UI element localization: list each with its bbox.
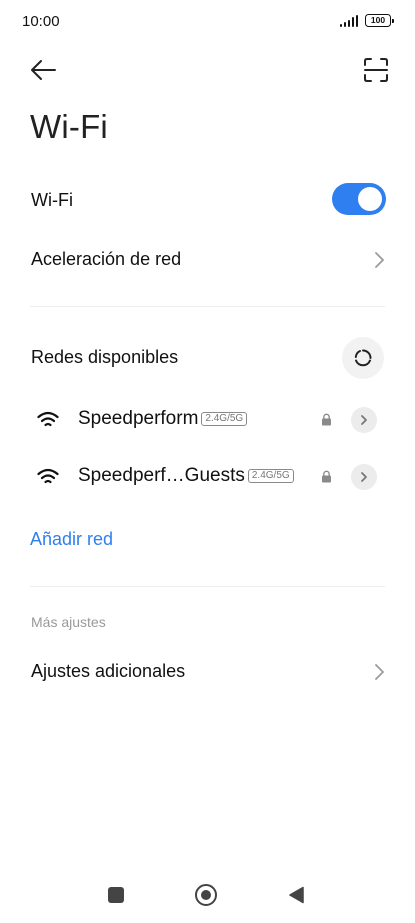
network-name: Speedperform 2.4G/5G xyxy=(78,408,248,430)
band-badge: 2.4G/5G xyxy=(247,469,294,483)
lock-icon xyxy=(322,413,331,426)
divider xyxy=(30,306,385,307)
toggle-knob xyxy=(358,187,382,211)
chevron-right-icon xyxy=(361,415,367,425)
wifi-settings-screen: 10:00 100 Wi-Fi Wi-Fi Aceleración de red… xyxy=(0,0,415,923)
network-details-button[interactable] xyxy=(351,464,377,490)
system-nav-bar xyxy=(0,870,415,920)
recent-apps-icon[interactable] xyxy=(108,887,124,903)
page-title: Wi-Fi xyxy=(30,108,108,145)
band-badge: 2.4G/5G xyxy=(201,412,248,426)
refresh-icon xyxy=(354,349,372,367)
lock-icon xyxy=(322,470,331,483)
available-networks-title: Redes disponibles xyxy=(31,347,179,367)
network-ssid: Speedperform xyxy=(78,408,199,429)
network-item[interactable]: Speedperform 2.4G/5G xyxy=(0,397,415,447)
qr-scan-icon xyxy=(364,58,388,82)
network-acceleration-label: Aceleración de red xyxy=(31,249,182,269)
signal-icon xyxy=(339,14,358,27)
wifi-toggle-label: Wi-Fi xyxy=(31,190,73,210)
additional-settings-row[interactable]: Ajustes adicionales xyxy=(0,652,415,692)
add-network-link[interactable]: Añadir red xyxy=(30,529,113,550)
arrow-left-icon xyxy=(31,60,56,80)
refresh-button[interactable] xyxy=(342,337,384,379)
network-details-button[interactable] xyxy=(351,407,377,433)
battery-icon: 100 xyxy=(365,14,394,27)
network-ssid: Speedperf…Guests xyxy=(78,465,245,486)
wifi-toggle-switch[interactable] xyxy=(332,183,386,215)
home-icon[interactable] xyxy=(195,884,217,906)
wifi-signal-icon xyxy=(37,468,59,484)
scan-qr-button[interactable] xyxy=(363,57,389,83)
network-acceleration-row[interactable]: Aceleración de red xyxy=(0,240,415,280)
chevron-right-icon xyxy=(361,472,367,482)
additional-settings-label: Ajustes adicionales xyxy=(31,661,186,681)
back-button[interactable] xyxy=(28,56,58,84)
status-time: 10:00 xyxy=(22,13,60,30)
status-icons: 100 xyxy=(339,14,394,27)
back-icon[interactable] xyxy=(288,886,304,904)
network-item[interactable]: Speedperf…Guests 2.4G/5G xyxy=(0,454,415,504)
chevron-right-icon xyxy=(375,664,384,680)
divider xyxy=(30,586,385,587)
chevron-right-icon xyxy=(375,252,384,268)
network-name: Speedperf…Guests 2.4G/5G xyxy=(78,465,294,487)
wifi-signal-icon xyxy=(37,411,59,427)
more-settings-section-label: Más ajustes xyxy=(31,614,106,630)
